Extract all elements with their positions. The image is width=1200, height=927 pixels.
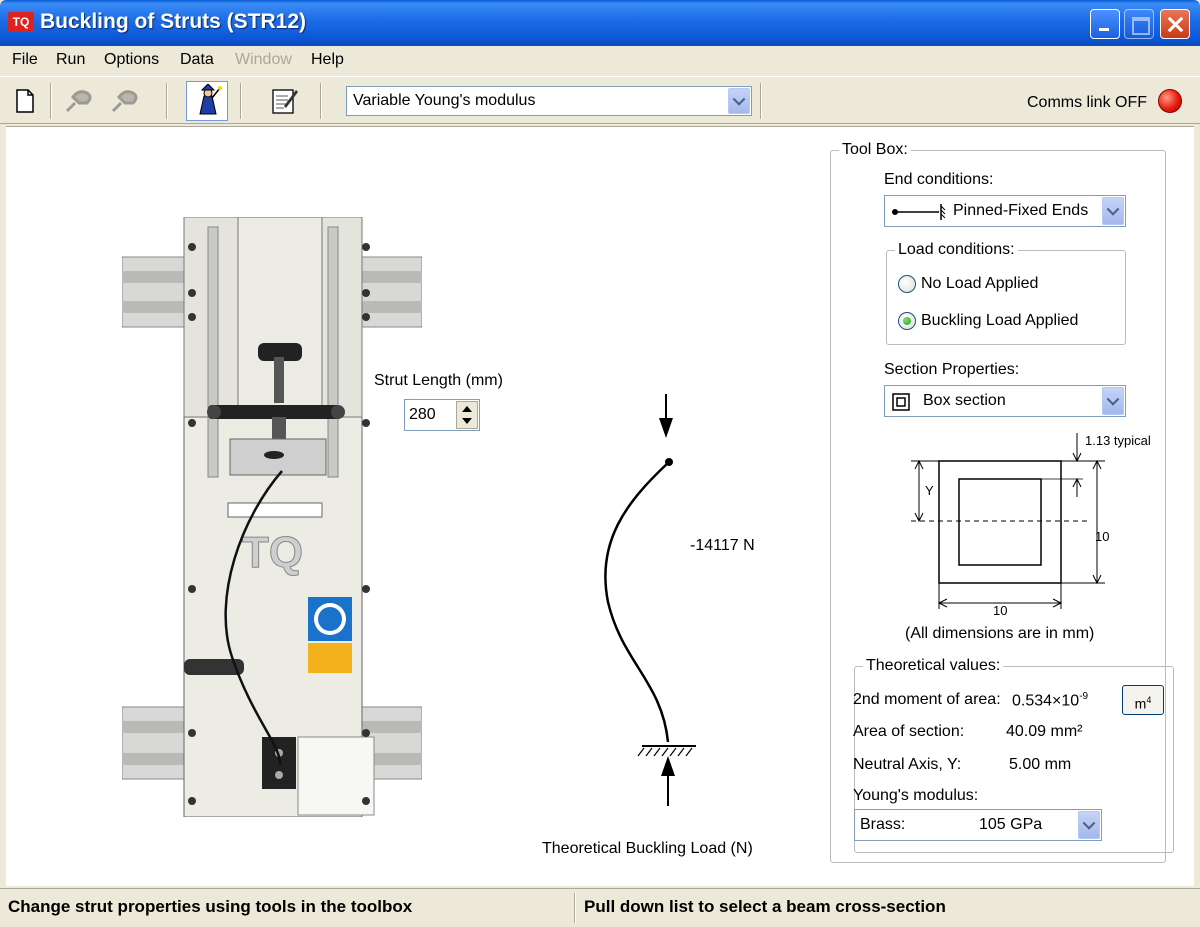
area-of-section-value: 40.09 mm²	[1006, 723, 1083, 740]
buckling-load-label[interactable]: Buckling Load Applied	[921, 312, 1078, 330]
theoretical-values-title: Theoretical values:	[866, 657, 1001, 674]
moment-exponent: -9	[1079, 691, 1089, 702]
status-left: Change strut properties using tools in t…	[8, 897, 413, 916]
section-select[interactable]: Box section	[884, 385, 1126, 417]
no-load-label[interactable]: No Load Applied	[921, 275, 1038, 293]
end-conditions-select[interactable]: Pinned-Fixed Ends	[884, 195, 1126, 227]
connect-button[interactable]	[58, 81, 100, 121]
moment-of-area-value: 0.534×10-9	[1012, 691, 1089, 710]
dimensions-note: (All dimensions are in mm)	[905, 625, 1095, 642]
toolbar-separator	[320, 83, 322, 119]
tool-box-title: Tool Box:	[842, 141, 908, 158]
youngs-modulus-label: Young's modulus:	[853, 787, 979, 804]
buckling-diagram	[604, 394, 696, 806]
buckling-load-value: -14117 N	[690, 537, 755, 554]
cross-section-drawing: 1.13 typical Y 10 10	[901, 427, 1166, 627]
menu-window[interactable]: Window	[235, 51, 292, 69]
chevron-down-icon[interactable]	[1078, 811, 1100, 839]
strut-length-stepper[interactable]: 280	[404, 399, 480, 431]
menu-bar: File Run Options Data Window Help	[0, 46, 1200, 74]
mode-select[interactable]: Variable Young's modulus	[346, 86, 752, 116]
material-modulus-value: 105 GPa	[979, 816, 1043, 833]
strut-length-label: Strut Length (mm)	[374, 372, 503, 389]
comms-disconnect-icon	[111, 90, 138, 113]
buckling-load-caption: Theoretical Buckling Load (N)	[542, 840, 753, 857]
status-right: Pull down list to select a beam cross-se…	[584, 897, 946, 916]
new-file-button[interactable]	[4, 81, 46, 121]
buckling-load-radio[interactable]	[898, 312, 916, 330]
notes-button[interactable]	[264, 81, 306, 121]
close-button[interactable]	[1160, 9, 1190, 39]
toolbar-separator	[50, 83, 52, 119]
main-panel: TQ Strut Length (mm) 280 -14117 N Theore…	[6, 126, 1194, 886]
pinned-fixed-icon	[892, 204, 946, 220]
chevron-down-icon[interactable]	[1102, 197, 1124, 225]
width-dimension-label: 10	[993, 603, 1008, 618]
toolbar: Variable Young's modulus Comms link OFF	[0, 76, 1200, 124]
wall-thickness-label: 1.13 typical	[1085, 433, 1151, 448]
title-bar[interactable]: TQ Buckling of Struts (STR12)	[0, 0, 1200, 46]
menu-data[interactable]: Data	[180, 51, 214, 69]
menu-run[interactable]: Run	[56, 51, 85, 69]
wizard-icon	[199, 84, 222, 115]
comms-status-label: Comms link OFF	[1027, 94, 1147, 111]
units-button[interactable]: m4	[1122, 685, 1164, 715]
status-bar: Change strut properties using tools in t…	[0, 888, 1200, 927]
section-value: Box section	[923, 392, 1006, 409]
spin-arrows-icon[interactable]	[456, 401, 478, 429]
apparatus-illustration: TQ	[122, 217, 422, 817]
wizard-button[interactable]	[186, 81, 228, 121]
toolbar-separator	[240, 83, 242, 119]
chevron-down-icon[interactable]	[728, 88, 750, 114]
strut-length-value: 280	[409, 406, 436, 423]
mode-select-value: Variable Young's modulus	[353, 92, 536, 109]
section-properties-label: Section Properties:	[884, 361, 1020, 378]
end-conditions-value: Pinned-Fixed Ends	[953, 202, 1089, 219]
material-name: Brass:	[860, 816, 906, 833]
maximize-button[interactable]	[1124, 9, 1154, 39]
units-exponent: 4	[1146, 695, 1152, 705]
new-file-icon	[16, 89, 34, 113]
notepad-icon	[272, 89, 298, 114]
disconnect-button[interactable]	[104, 81, 146, 121]
menu-file[interactable]: File	[12, 51, 38, 69]
youngs-modulus-select[interactable]: Brass: 105 GPa	[854, 809, 1102, 841]
app-window: TQ Buckling of Struts (STR12) File Run O…	[0, 0, 1200, 927]
toolbar-separator	[760, 83, 762, 119]
height-dimension-label: 10	[1095, 529, 1110, 544]
no-load-radio[interactable]	[898, 275, 916, 293]
comms-connect-icon	[65, 90, 92, 113]
neutral-axis-label: Neutral Axis, Y:	[853, 756, 962, 773]
neutral-axis-y-label: Y	[925, 483, 934, 498]
comms-status-led-icon	[1158, 89, 1182, 113]
svg-text:TQ: TQ	[242, 528, 303, 577]
window-title: Buckling of Struts (STR12)	[40, 10, 307, 33]
status-divider	[574, 893, 576, 923]
chevron-down-icon[interactable]	[1102, 387, 1124, 415]
neutral-axis-value: 5.00 mm	[1009, 756, 1072, 773]
load-conditions-title: Load conditions:	[898, 241, 1015, 258]
area-of-section-label: Area of section:	[853, 723, 965, 740]
menu-options[interactable]: Options	[104, 51, 159, 69]
toolbar-separator	[166, 83, 168, 119]
app-logo-icon: TQ	[8, 12, 34, 32]
box-section-icon	[892, 393, 910, 411]
moment-of-area-label: 2nd moment of area:	[853, 691, 1001, 708]
end-conditions-label: End conditions:	[884, 171, 994, 188]
menu-help[interactable]: Help	[311, 51, 344, 69]
minimize-button[interactable]	[1090, 9, 1120, 39]
